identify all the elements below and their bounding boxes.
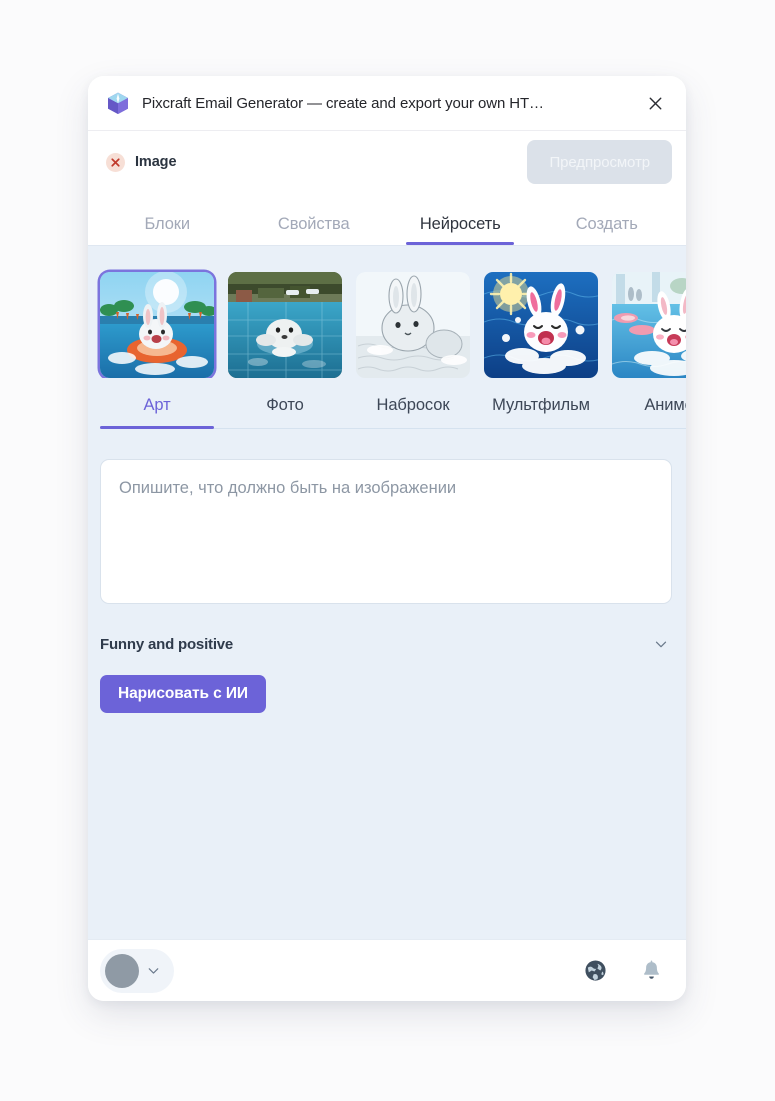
tab-create-label: Создать	[575, 215, 638, 233]
rabbit-pool-cartoon-thumbnail	[484, 272, 598, 378]
app-dialog: Pixcraft Email Generator — create and ex…	[88, 76, 686, 1001]
prompt-section	[88, 429, 686, 609]
account-menu[interactable]	[100, 948, 174, 993]
style-thumbnail-row	[88, 246, 686, 378]
window-title: Pixcraft Email Generator — create and ex…	[142, 94, 544, 112]
globe-icon[interactable]	[582, 958, 608, 984]
tab-neural-network[interactable]: Нейросеть	[387, 193, 534, 245]
screen: Pixcraft Email Generator — create and ex…	[0, 0, 775, 1101]
style-tab-photo[interactable]: Фото	[228, 396, 342, 429]
tab-properties-label: Свойства	[277, 215, 350, 233]
object-label: Image	[135, 154, 177, 170]
style-tabs: Арт Фото Набросок Мультфильм Аниме	[88, 396, 686, 429]
tab-properties[interactable]: Свойства	[241, 193, 388, 245]
style-tab-anime[interactable]: Аниме	[612, 396, 686, 429]
style-thumb-art[interactable]	[100, 272, 214, 378]
chevron-down-icon	[145, 962, 162, 979]
neural-network-panel: Арт Фото Набросок Мультфильм Аниме Funny…	[88, 245, 686, 939]
chevron-down-icon	[650, 633, 672, 655]
style-thumb-cartoon[interactable]	[484, 272, 598, 378]
object-bar: Image Предпросмотр	[88, 131, 686, 193]
mood-select[interactable]: Funny and positive	[100, 627, 672, 661]
rabbit-pool-anime-thumbnail	[612, 272, 686, 378]
prompt-input[interactable]	[100, 459, 672, 604]
mood-selected-value: Funny and positive	[100, 635, 234, 653]
preview-button[interactable]: Предпросмотр	[527, 140, 672, 184]
tab-blocks-label: Блоки	[144, 215, 191, 233]
style-thumb-photo[interactable]	[228, 272, 342, 378]
rabbit-pool-sketch-thumbnail	[356, 272, 470, 378]
main-tabs: Блоки Свойства Нейросеть Создать	[88, 193, 686, 245]
style-thumb-anime[interactable]	[612, 272, 686, 378]
bell-icon[interactable]	[638, 958, 664, 984]
style-tab-sketch[interactable]: Набросок	[356, 396, 470, 429]
x-circle-icon	[106, 152, 125, 172]
rabbit-pool-art-thumbnail	[100, 272, 214, 378]
close-icon[interactable]	[640, 88, 670, 118]
style-tab-cartoon[interactable]: Мультфильм	[484, 396, 598, 429]
style-thumb-sketch[interactable]	[356, 272, 470, 378]
footer-actions	[582, 958, 664, 984]
generate-section: Нарисовать с ИИ	[88, 661, 686, 713]
selected-object[interactable]: Image	[106, 152, 527, 172]
style-tab-art[interactable]: Арт	[100, 396, 214, 429]
cube-logo-icon	[106, 91, 130, 115]
tab-neural-network-label: Нейросеть	[419, 215, 501, 233]
title-bar: Pixcraft Email Generator — create and ex…	[88, 76, 686, 131]
generate-with-ai-button[interactable]: Нарисовать с ИИ	[100, 675, 266, 713]
avatar	[105, 953, 139, 988]
tab-blocks[interactable]: Блоки	[94, 193, 241, 245]
tab-create[interactable]: Создать	[534, 193, 681, 245]
rabbit-pool-photo-thumbnail	[228, 272, 342, 378]
footer-bar	[88, 939, 686, 1001]
